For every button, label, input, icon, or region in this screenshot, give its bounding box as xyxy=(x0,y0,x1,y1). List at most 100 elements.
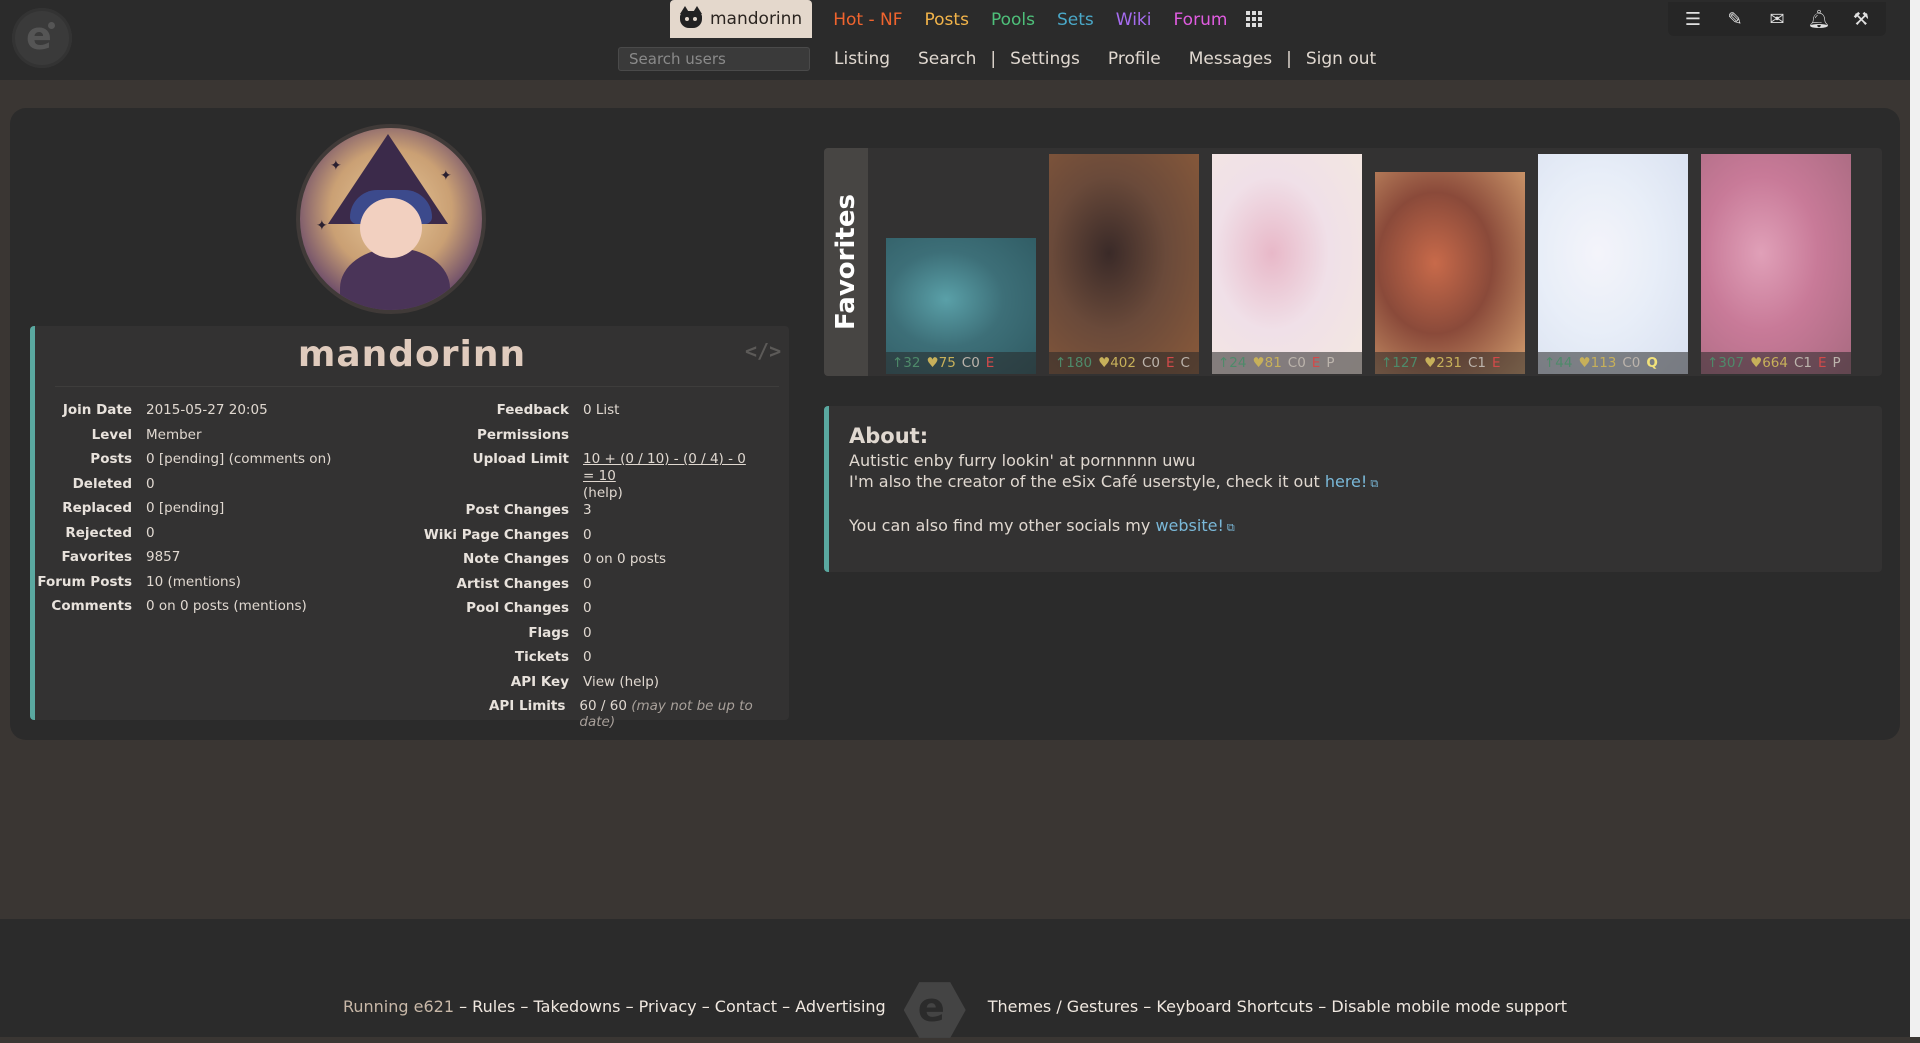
footer-rules-link[interactable]: Rules xyxy=(472,997,515,1016)
api-limits-value: 60 / 60 xyxy=(579,698,627,714)
stat-value[interactable]: 0 [pending] (comments on) xyxy=(132,451,331,476)
stat-value[interactable]: 0 List xyxy=(569,402,619,427)
checklist-icon[interactable]: ☰ xyxy=(1674,4,1712,34)
stat-label: Favorites xyxy=(61,549,132,565)
stat-row-tickets: Tickets 0 xyxy=(365,649,789,674)
favorite-thumbnail[interactable]: ↑44 ♥113 C0 Q xyxy=(1538,154,1688,374)
footer-contact-link[interactable]: Contact xyxy=(715,997,777,1016)
stat-value: 10 + (0 / 10) - (0 / 4) - 0 = 10 (help) xyxy=(569,451,753,502)
favorite-thumbnail[interactable]: ↑32 ♥75 C0 E xyxy=(886,238,1036,374)
favorite-count: ♥402 xyxy=(1098,355,1136,371)
subnav-search[interactable]: Search xyxy=(904,49,990,69)
scrollbar[interactable] xyxy=(1910,0,1920,1037)
stat-value[interactable]: 0 xyxy=(132,476,155,501)
stat-row-wiki-page-changes: Wiki Page Changes 0 xyxy=(365,527,789,552)
main-nav: mandorinn Hot - NF Posts Pools Sets Wiki… xyxy=(670,0,1263,38)
site-logo[interactable]: e xyxy=(12,8,72,68)
subnav-messages[interactable]: Messages xyxy=(1175,49,1286,69)
nav-hot-nf[interactable]: Hot - NF xyxy=(822,0,913,38)
favorite-thumbnail[interactable]: ↑127 ♥231 C1 E xyxy=(1375,172,1525,374)
subnav-profile[interactable]: Profile xyxy=(1094,49,1175,69)
stat-value[interactable]: 0 xyxy=(569,600,592,625)
stat-row-join-date: Join Date 2015-05-27 20:05 xyxy=(35,402,331,427)
stat-label: Flags xyxy=(528,624,569,641)
stat-label: Join Date xyxy=(62,402,132,418)
stat-row-replaced: Replaced 0 [pending] xyxy=(35,500,331,525)
comment-count: C1 xyxy=(1793,355,1812,371)
search-users-input[interactable] xyxy=(618,47,810,71)
stat-row-favorites: Favorites 9857 xyxy=(35,549,331,574)
nav-wiki[interactable]: Wiki xyxy=(1105,0,1163,38)
extra-badge: P xyxy=(1326,355,1335,371)
stat-value[interactable]: 0 on 0 posts xyxy=(569,551,666,576)
subnav-sign-out[interactable]: Sign out xyxy=(1292,49,1390,69)
stat-value[interactable]: 0 on 0 posts (mentions) xyxy=(132,598,307,623)
stat-value[interactable]: 10 (mentions) xyxy=(132,574,241,599)
footer-privacy-link[interactable]: Privacy xyxy=(639,997,697,1016)
stat-row-deleted: Deleted 0 xyxy=(35,476,331,501)
footer-advertising-link[interactable]: Advertising xyxy=(795,997,886,1016)
favorite-thumbnail[interactable]: ↑180 ♥402 C0 E C xyxy=(1049,154,1199,374)
favorites-label-tab[interactable]: Favorites xyxy=(824,148,868,376)
footer-shortcuts-link[interactable]: Keyboard Shortcuts xyxy=(1156,997,1313,1016)
favorite-count: ♥664 xyxy=(1750,355,1788,371)
rating-badge: E xyxy=(1491,355,1501,371)
avatar[interactable]: ✦ ✦ ✦ xyxy=(296,124,486,314)
wrench-icon[interactable]: ⚒ xyxy=(1842,4,1880,34)
stat-value[interactable]: 0 xyxy=(569,576,592,601)
stat-value[interactable]: 9857 xyxy=(132,549,180,574)
favorite-stats: ↑24 ♥81 C0 E P xyxy=(1212,352,1362,374)
stat-value[interactable]: View (help) xyxy=(569,674,659,699)
subnav-settings[interactable]: Settings xyxy=(996,49,1094,69)
footer-themes-link[interactable]: Themes / Gestures xyxy=(988,997,1138,1016)
stat-value[interactable]: 0 xyxy=(569,649,592,674)
stat-label: Rejected xyxy=(65,524,132,541)
about-here-link[interactable]: here! xyxy=(1325,472,1367,491)
stat-label: Tickets xyxy=(514,649,569,665)
stat-label: Feedback xyxy=(496,402,569,418)
favorite-stats: ↑180 ♥402 C0 E C xyxy=(1049,352,1199,374)
about-line: I'm also the creator of the eSix Café us… xyxy=(849,471,1882,494)
favorite-thumbnail[interactable]: ↑24 ♥81 C0 E P xyxy=(1212,154,1362,374)
mail-icon[interactable]: ✉ xyxy=(1758,4,1796,34)
brush-icon[interactable]: ✎ xyxy=(1716,4,1754,34)
nav-user-tab[interactable]: mandorinn xyxy=(670,0,813,38)
favorite-stats: ↑127 ♥231 C1 E xyxy=(1375,352,1525,374)
nav-pools[interactable]: Pools xyxy=(980,0,1046,38)
rating-badge: E xyxy=(1165,355,1175,371)
stat-label: API Limits xyxy=(488,698,566,714)
upload-limit-help-link[interactable]: (help) xyxy=(583,485,623,501)
footer-mobile-mode-link[interactable]: Disable mobile mode support xyxy=(1331,997,1567,1016)
nav-forum[interactable]: Forum xyxy=(1163,0,1239,38)
footer-logo-glyph: e xyxy=(917,985,945,1031)
favorite-count: ♥81 xyxy=(1252,355,1282,371)
footer-takedowns-link[interactable]: Takedowns xyxy=(534,997,621,1016)
star-icon: ✦ xyxy=(316,218,328,234)
stat-value[interactable]: 0 xyxy=(569,527,592,552)
favorite-stats: ↑307 ♥664 C1 E P xyxy=(1701,352,1851,374)
apps-grid-icon[interactable] xyxy=(1246,11,1263,27)
sub-navigation: Listing Search | Settings Profile Messag… xyxy=(618,44,1390,74)
nav-posts[interactable]: Posts xyxy=(914,0,980,38)
favorite-image xyxy=(1701,154,1851,374)
subnav-listing[interactable]: Listing xyxy=(820,49,904,69)
user-stats-right: Feedback 0 List Permissions Upload Limit 1… xyxy=(365,402,789,730)
favorite-thumbnail[interactable]: ↑307 ♥664 C1 E P xyxy=(1701,154,1851,374)
nav-sets[interactable]: Sets xyxy=(1046,0,1105,38)
stat-row-post-changes: Post Changes 3 xyxy=(365,502,789,527)
stat-value[interactable]: 0 xyxy=(132,525,155,550)
favorites-label: Favorites xyxy=(831,194,861,330)
stat-value[interactable]: 0 [pending] xyxy=(132,500,224,525)
stat-value[interactable]: 0 xyxy=(569,625,592,650)
bell-icon[interactable]: 🔔︎ xyxy=(1800,4,1838,34)
footer-logo: e xyxy=(900,969,974,1043)
score-count: ↑127 xyxy=(1381,355,1419,371)
about-website-link[interactable]: website! xyxy=(1155,516,1223,535)
stat-value[interactable]: 3 xyxy=(569,502,592,527)
stat-row-note-changes: Note Changes 0 on 0 posts xyxy=(365,551,789,576)
rating-badge: E xyxy=(1311,355,1321,371)
code-toggle-icon[interactable]: </> xyxy=(745,336,781,366)
stat-value: 2015-05-27 20:05 xyxy=(146,402,268,418)
rating-badge: Q xyxy=(1646,355,1658,371)
comment-count: C0 xyxy=(1622,355,1641,371)
